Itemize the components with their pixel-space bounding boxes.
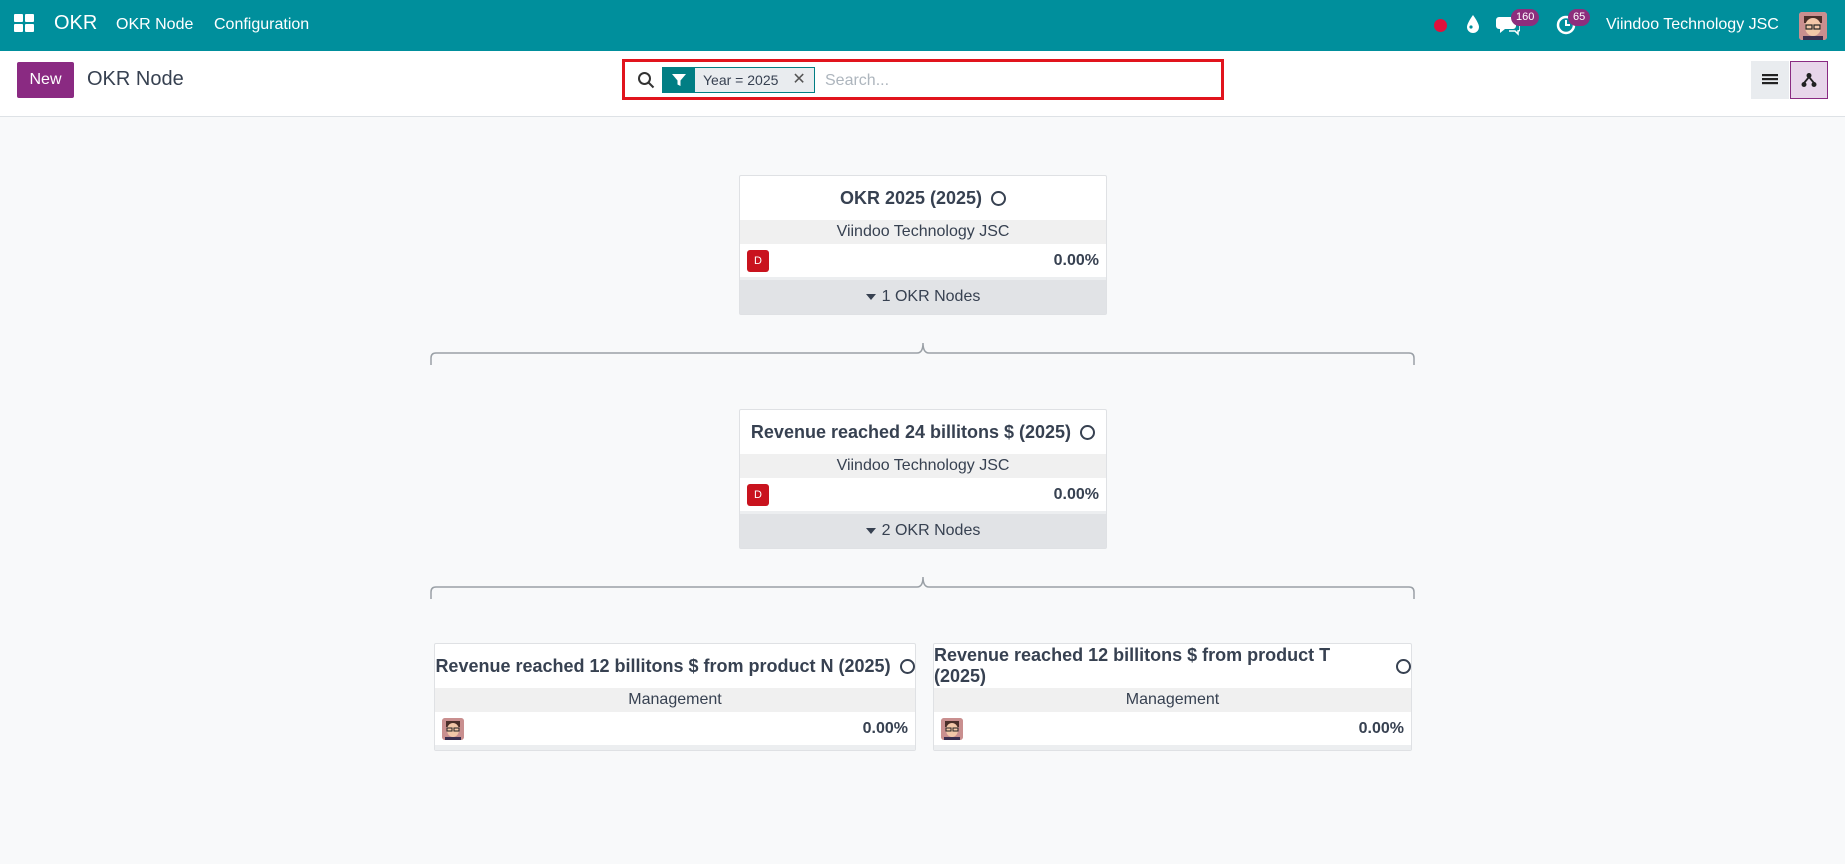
node-company: Viindoo Technology JSC <box>740 454 1106 478</box>
node-title: Revenue reached 12 billitons $ from prod… <box>435 655 891 676</box>
user-avatar[interactable] <box>1799 12 1827 40</box>
okr-node-card[interactable]: Revenue reached 24 billitons $ (2025) Vi… <box>739 409 1107 549</box>
expand-children-button[interactable]: 2 OKR Nodes <box>740 511 1106 548</box>
node-title: Revenue reached 12 billitons $ from prod… <box>934 645 1331 686</box>
caret-down-icon <box>865 528 876 534</box>
user-avatar <box>442 717 464 740</box>
hierarchy-connector-1 <box>430 342 1415 365</box>
hierarchy-icon <box>1801 73 1817 87</box>
children-count-label: 1 OKR Nodes <box>881 288 981 305</box>
hierarchy-view-button[interactable] <box>1790 61 1828 99</box>
drop-icon[interactable] <box>1465 14 1481 34</box>
node-progress: 0.00% <box>1053 485 1099 503</box>
list-view-button[interactable] <box>1751 61 1789 99</box>
search-facet: Year = 2025 ✕ <box>662 67 815 93</box>
menu-okr-node[interactable]: OKR Node <box>116 16 193 34</box>
node-title: OKR 2025 (2025) <box>839 187 983 208</box>
children-count-label: 2 OKR Nodes <box>881 522 981 539</box>
status-circle-icon[interactable] <box>1080 424 1096 440</box>
caret-down-icon <box>865 294 876 300</box>
filter-icon <box>663 68 695 92</box>
node-title: Revenue reached 24 billitons $ (2025) <box>750 421 1072 442</box>
top-navbar: OKR OKR Node Configuration 160 65 Viindo… <box>0 0 1845 51</box>
record-indicator-icon[interactable] <box>1434 19 1447 32</box>
breadcrumb: OKR Node <box>87 68 184 90</box>
node-company: Viindoo Technology JSC <box>740 220 1106 244</box>
list-icon <box>1762 74 1778 85</box>
chat-count-badge: 160 <box>1511 9 1540 26</box>
node-progress: 0.00% <box>862 719 908 737</box>
facet-remove-icon[interactable]: ✕ <box>792 68 805 92</box>
facet-label: Year = 2025 <box>703 72 779 88</box>
status-circle-icon[interactable] <box>991 190 1007 206</box>
node-progress: 0.00% <box>1053 251 1099 269</box>
expand-children-button[interactable]: 1 OKR Nodes <box>740 277 1106 314</box>
new-button[interactable]: New <box>17 62 74 98</box>
company-switcher[interactable]: Viindoo Technology JSC <box>1606 16 1779 34</box>
hierarchy-connector-2 <box>430 576 1415 599</box>
node-company: Management <box>934 688 1411 712</box>
okr-node-card[interactable]: Revenue reached 12 billitons $ from prod… <box>933 643 1412 751</box>
status-circle-icon[interactable] <box>1396 658 1411 674</box>
okr-node-card[interactable]: OKR 2025 (2025) Viindoo Technology JSC D… <box>739 175 1107 315</box>
search-input[interactable] <box>825 68 1205 94</box>
status-circle-icon[interactable] <box>899 658 915 674</box>
search-icon[interactable] <box>637 71 655 89</box>
okr-node-card[interactable]: Revenue reached 12 billitons $ from prod… <box>434 643 916 751</box>
user-avatar <box>941 717 963 740</box>
user-initial-badge: D <box>747 483 769 506</box>
activity-count-badge: 65 <box>1568 9 1591 26</box>
app-brand[interactable]: OKR <box>54 12 97 35</box>
apps-menu-icon[interactable] <box>14 14 34 32</box>
control-panel: New OKR Node Year = 2025 ✕ <box>0 51 1845 117</box>
node-progress: 0.00% <box>1358 719 1404 737</box>
menu-configuration[interactable]: Configuration <box>214 16 309 34</box>
user-initial-badge: D <box>747 249 769 272</box>
node-company: Management <box>435 688 915 712</box>
search-bar[interactable]: Year = 2025 ✕ <box>622 59 1224 100</box>
